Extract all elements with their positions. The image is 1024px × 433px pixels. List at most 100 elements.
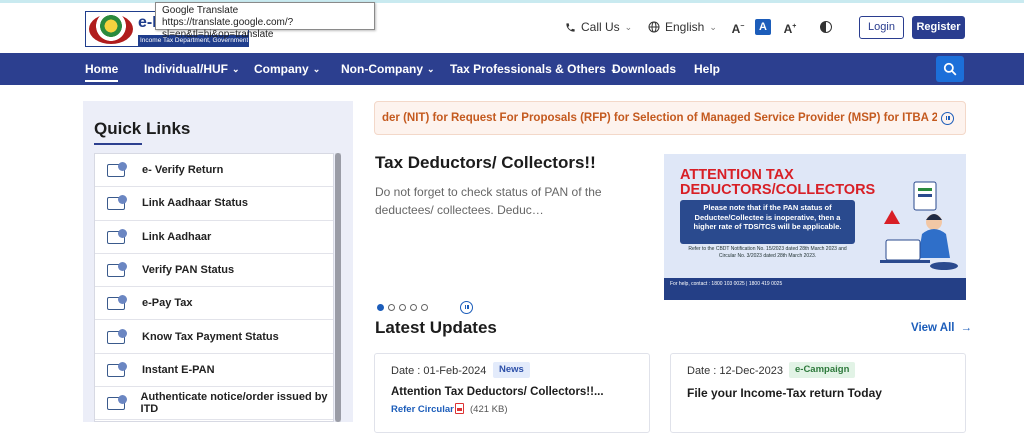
site-header: e-F Income Tax Department, Government of… (0, 3, 1024, 53)
refer-circular-link[interactable]: Refer Circular (391, 404, 454, 415)
language-label: English (665, 20, 705, 34)
nav-label: Help (694, 62, 721, 76)
pdf-icon[interactable] (455, 403, 464, 414)
update-headline[interactable]: Attention Tax Deductors/ Collectors!!... (391, 386, 604, 398)
nav-item-help[interactable]: Help (694, 53, 720, 85)
update-card-1[interactable]: Date : 01-Feb-2024 News Attention Tax De… (374, 353, 650, 433)
quick-link-label: Link Aadhaar Status (142, 197, 248, 210)
nav-item-downloads[interactable]: Downloads (612, 53, 676, 85)
slider-dot-1[interactable] (377, 304, 384, 311)
feature-banner-image[interactable]: ATTENTION TAX DEDUCTORS/COLLECTORS Pleas… (664, 154, 966, 300)
instant-pan-icon (107, 361, 127, 378)
tooltip-title: Google Translate (162, 5, 239, 16)
slider-dots (377, 304, 428, 311)
pan-status-icon (107, 262, 127, 278)
font-increase-label: A (783, 22, 793, 36)
update-date: Date : 12-Dec-2023 (687, 365, 783, 377)
quick-link-label: Link Aadhaar (142, 230, 212, 243)
globe-icon (648, 21, 660, 33)
slider-dot-2[interactable] (388, 304, 395, 311)
announcement-marquee[interactable]: der (NIT) for Request For Proposals (RFP… (374, 101, 966, 135)
chevron-down-icon: ⌄ (709, 21, 717, 32)
nav-item-company[interactable]: Company ⌄ (254, 53, 320, 85)
font-default-button[interactable]: A (755, 19, 771, 35)
quick-link-e-verify-return[interactable]: e- Verify Return (95, 154, 333, 188)
tooltip-url: https://translate.google.com/?sl=en&tl=h… (162, 17, 294, 40)
file-size: (421 KB) (470, 404, 508, 415)
nav-label: Home (85, 62, 119, 76)
register-button[interactable]: Register (912, 16, 965, 39)
nav-label: Tax Professionals & Others (450, 62, 606, 76)
authenticate-notice-icon (107, 395, 127, 411)
quick-links-title: Quick Links (94, 119, 191, 138)
quick-link-verify-pan-status[interactable]: Verify PAN Status (95, 254, 333, 288)
verify-return-icon (107, 162, 127, 178)
chevron-down-icon: ⌄ (232, 64, 240, 74)
link-aadhaar-icon (107, 228, 127, 245)
font-decrease-label: A (731, 22, 741, 36)
nav-label: Company (254, 62, 309, 76)
search-button[interactable] (936, 56, 964, 82)
quick-link-authenticate-notice[interactable]: Authenticate notice/order issued by ITD (95, 387, 333, 421)
update-date: Date : 01-Feb-2024 (391, 365, 487, 377)
feature-description: Do not forget to check status of PAN of … (375, 185, 602, 217)
translate-tooltip: Google Translate https://translate.googl… (155, 2, 375, 40)
person-with-laptop-icon (880, 181, 958, 270)
font-decrease-button[interactable]: A− (730, 19, 746, 36)
quick-links-panel: Quick Links e- Verify Return Link Aadhaa… (83, 101, 353, 422)
quick-link-label: Verify PAN Status (142, 264, 235, 277)
arrow-right-icon: → (960, 322, 972, 334)
phone-icon (566, 22, 575, 32)
main-nav: Home Individual/HUF ⌄ Company ⌄ Non-Compan… (0, 53, 1024, 85)
contrast-toggle-icon[interactable] (820, 21, 832, 33)
banner-note: Refer to the CBDT Notification No. 15/20… (688, 246, 847, 259)
quick-link-e-pay-tax[interactable]: e-Pay Tax (95, 287, 333, 321)
quick-link-label: e- Verify Return (142, 164, 224, 177)
banner-footer: For help, contact : 1800 103 0025 | 1800… (664, 278, 966, 300)
nav-item-tax-professionals[interactable]: Tax Professionals & Others ⌄ (450, 53, 617, 85)
banner-headline: ATTENTION TAX DEDUCTORS/COLLECTORS (680, 167, 876, 198)
chevron-down-icon: ⌄ (427, 64, 435, 74)
quick-link-label: Instant E-PAN (142, 363, 215, 376)
marquee-text: der (NIT) for Request For Proposals (RFP… (382, 112, 937, 124)
nav-item-home[interactable]: Home (85, 53, 119, 85)
nav-label: Non-Company (341, 62, 423, 76)
language-dropdown[interactable]: English ⌄ (648, 20, 717, 34)
quick-links-scrollbar-thumb[interactable] (335, 153, 341, 422)
title-underline (94, 143, 142, 145)
quick-link-label: Know Tax Payment Status (142, 330, 279, 343)
view-all-link[interactable]: View All → (911, 322, 972, 334)
login-button[interactable]: Login (859, 16, 904, 39)
slider-dot-4[interactable] (410, 304, 417, 311)
update-headline[interactable]: File your Income-Tax return Today (687, 386, 882, 400)
emblem-icon (89, 14, 133, 44)
latest-updates-title: Latest Updates (375, 318, 497, 337)
nav-item-individual[interactable]: Individual/HUF ⌄ (144, 53, 240, 85)
update-badge: News (493, 362, 530, 378)
slider-dot-5[interactable] (421, 304, 428, 311)
payment-status-icon (107, 328, 127, 345)
call-us-dropdown[interactable]: Call Us ⌄ (565, 20, 632, 34)
quick-link-label: Authenticate notice/order issued by ITD (140, 391, 328, 416)
chevron-down-icon: ⌄ (624, 21, 633, 32)
pay-tax-icon (107, 295, 127, 311)
call-us-label: Call Us (581, 20, 620, 34)
slider-dot-3[interactable] (399, 304, 406, 311)
feature-title: Tax Deductors/ Collectors!! (375, 153, 596, 172)
quick-link-instant-e-pan[interactable]: Instant E-PAN (95, 354, 333, 388)
quick-link-link-aadhaar-status[interactable]: Link Aadhaar Status (95, 187, 333, 221)
slider-pause-icon[interactable] (460, 301, 473, 314)
nav-item-non-company[interactable]: Non-Company ⌄ (341, 53, 435, 85)
aadhaar-status-icon (107, 195, 127, 211)
quick-link-know-tax-payment-status[interactable]: Know Tax Payment Status (95, 320, 333, 354)
update-card-2[interactable]: Date : 12-Dec-2023 e-Campaign File your … (670, 353, 966, 433)
quick-links-list: e- Verify Return Link Aadhaar Status Lin… (94, 153, 334, 422)
quick-link-link-aadhaar[interactable]: Link Aadhaar (95, 221, 333, 254)
banner-notice-box: Please note that if the PAN status of De… (680, 200, 855, 244)
update-badge: e-Campaign (789, 362, 856, 378)
marquee-pause-icon[interactable] (941, 112, 954, 125)
font-increase-button[interactable]: A+ (782, 19, 798, 36)
view-all-label: View All (911, 322, 955, 334)
chevron-down-icon: ⌄ (312, 64, 321, 74)
quick-link-label: e-Pay Tax (142, 297, 193, 310)
